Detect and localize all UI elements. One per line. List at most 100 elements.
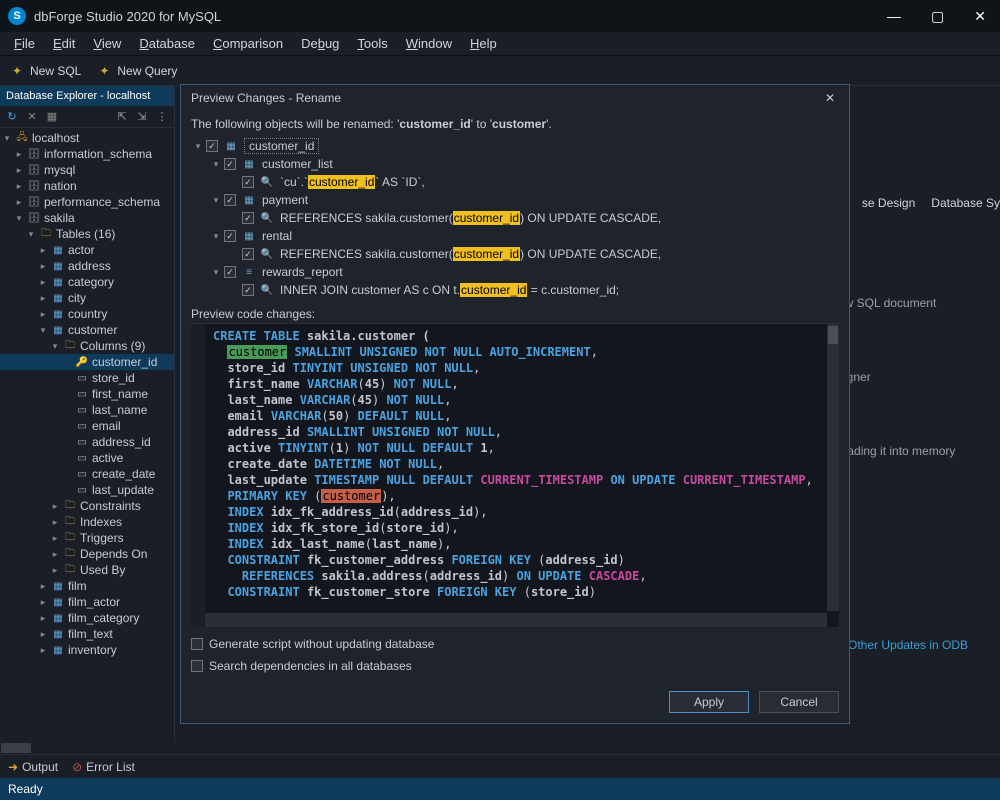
expand-icon[interactable]: ▸ — [14, 181, 24, 192]
ref-item[interactable]: ▾✓▦customer_id — [191, 137, 839, 155]
tree-item[interactable]: ▸▦film — [0, 578, 174, 594]
close-button[interactable]: ✕ — [968, 6, 992, 27]
tree-item[interactable]: ▸▦actor — [0, 242, 174, 258]
expand-icon[interactable]: ▸ — [38, 581, 48, 592]
apply-button[interactable]: Apply — [669, 691, 749, 713]
tree-item[interactable]: ▸🗄information_schema — [0, 146, 174, 162]
filter-icon[interactable]: ▦ — [44, 109, 60, 125]
expand-icon[interactable]: ▸ — [38, 309, 48, 320]
tree-item[interactable]: ▭last_name — [0, 402, 174, 418]
ref-item[interactable]: ▾✓▦customer_list — [191, 155, 839, 173]
tree-item[interactable]: ▭first_name — [0, 386, 174, 402]
opt-search-deps[interactable]: Search dependencies in all databases — [191, 655, 839, 677]
pin-icon[interactable]: ⇲ — [134, 109, 150, 125]
expand-icon[interactable]: ▸ — [50, 549, 60, 560]
tree-item[interactable]: ▾▦customer — [0, 322, 174, 338]
tree-item[interactable]: ▸▦category — [0, 274, 174, 290]
checkbox-icon[interactable]: ✓ — [224, 194, 236, 206]
tree-item[interactable]: ▭last_update — [0, 482, 174, 498]
checkbox-icon[interactable]: ✓ — [242, 284, 254, 296]
expand-icon[interactable]: ▸ — [38, 293, 48, 304]
ref-item[interactable]: ▾✓▦rental — [191, 227, 839, 245]
expand-icon[interactable]: ▾ — [38, 325, 48, 336]
chevron-icon[interactable]: ▾ — [211, 231, 221, 242]
tree-item[interactable]: ▸▦film_category — [0, 610, 174, 626]
tree-item[interactable]: ▸🗀Indexes — [0, 514, 174, 530]
expand-icon[interactable]: ▸ — [50, 565, 60, 576]
tab-sync[interactable]: Database Sy — [931, 196, 1000, 210]
expand-icon[interactable]: ▸ — [38, 261, 48, 272]
tree-item[interactable]: ▸▦film_text — [0, 626, 174, 642]
tree-item[interactable]: ▾🗄sakila — [0, 210, 174, 226]
tab-design[interactable]: se Design — [862, 196, 915, 210]
delete-icon[interactable]: ✕ — [24, 109, 40, 125]
new-query-button[interactable]: ✦ New Query — [93, 62, 183, 80]
checkbox-icon[interactable]: ✓ — [224, 266, 236, 278]
refresh-icon[interactable]: ↻ — [4, 109, 20, 125]
expand-icon[interactable]: ▸ — [38, 629, 48, 640]
expand-icon[interactable]: ▸ — [38, 597, 48, 608]
tree-item[interactable]: ▭store_id — [0, 370, 174, 386]
checkbox-icon[interactable]: ✓ — [224, 158, 236, 170]
chevron-icon[interactable]: ▾ — [211, 195, 221, 206]
checkbox-icon[interactable]: ✓ — [206, 140, 218, 152]
checkbox-icon[interactable]: ✓ — [242, 248, 254, 260]
tree-item[interactable]: ▸🗀Depends On — [0, 546, 174, 562]
expand-icon[interactable]: ▾ — [26, 229, 36, 240]
chevron-icon[interactable]: ▾ — [211, 267, 221, 278]
expand-icon[interactable]: ▸ — [50, 501, 60, 512]
menu-view[interactable]: View — [87, 34, 127, 53]
tree-item[interactable]: ▸▦film_actor — [0, 594, 174, 610]
chevron-icon[interactable]: ▾ — [193, 141, 203, 152]
menu-window[interactable]: Window — [400, 34, 458, 53]
menu-tools[interactable]: Tools — [351, 34, 393, 53]
tree-item[interactable]: ▸▦city — [0, 290, 174, 306]
collapse-icon[interactable]: ⇱ — [114, 109, 130, 125]
tree-item[interactable]: 🔑customer_id — [0, 354, 174, 370]
expand-icon[interactable]: ▸ — [14, 197, 24, 208]
expand-icon[interactable]: ▸ — [38, 645, 48, 656]
menu-debug[interactable]: Debug — [295, 34, 345, 53]
expand-icon[interactable]: ▸ — [38, 277, 48, 288]
explorer-hscroll[interactable] — [0, 742, 1000, 754]
tree-item[interactable]: ▭email — [0, 418, 174, 434]
menu-help[interactable]: Help — [464, 34, 503, 53]
menu-edit[interactable]: Edit — [47, 34, 81, 53]
tree-item[interactable]: ▸🗀Triggers — [0, 530, 174, 546]
menu-database[interactable]: Database — [133, 34, 201, 53]
dialog-close-button[interactable]: ✕ — [821, 91, 839, 105]
ref-item[interactable]: ▾✓≡rewards_report — [191, 263, 839, 281]
expand-icon[interactable]: ▸ — [50, 517, 60, 528]
tree-item[interactable]: ▾🖧localhost — [0, 130, 174, 146]
output-tab[interactable]: ➜Output — [8, 760, 58, 774]
minimize-button[interactable]: — — [881, 6, 907, 27]
expand-icon[interactable]: ▸ — [38, 245, 48, 256]
tree-item[interactable]: ▭active — [0, 450, 174, 466]
chevron-icon[interactable]: ▾ — [211, 159, 221, 170]
new-sql-button[interactable]: ✦ New SQL — [6, 62, 87, 80]
ref-item[interactable]: ✓🔍REFERENCES sakila.customer(customer_id… — [191, 245, 839, 263]
checkbox-icon[interactable]: ✓ — [224, 230, 236, 242]
options-icon[interactable]: ⋮ — [154, 109, 170, 125]
explorer-tree[interactable]: ▾🖧localhost▸🗄information_schema▸🗄mysql▸🗄… — [0, 128, 174, 742]
tree-item[interactable]: ▸🗀Used By — [0, 562, 174, 578]
tree-item[interactable]: ▸🗄mysql — [0, 162, 174, 178]
tree-item[interactable]: ▸🗀Constraints — [0, 498, 174, 514]
expand-icon[interactable]: ▸ — [14, 149, 24, 160]
cancel-button[interactable]: Cancel — [759, 691, 839, 713]
code-vscroll[interactable] — [827, 324, 839, 611]
blue-link[interactable]: d Other Updates in ODB — [838, 638, 992, 652]
expand-icon[interactable]: ▸ — [50, 533, 60, 544]
error-list-tab[interactable]: ⊘Error List — [72, 760, 135, 774]
expand-icon[interactable]: ▾ — [2, 133, 12, 144]
tree-item[interactable]: ▸🗄nation — [0, 178, 174, 194]
tree-item[interactable]: ▾🗀Columns (9) — [0, 338, 174, 354]
ref-item[interactable]: ✓🔍`cu`.`customer_id` AS `ID`, — [191, 173, 839, 191]
expand-icon[interactable]: ▸ — [14, 165, 24, 176]
code-hscroll[interactable] — [205, 613, 827, 627]
checkbox-icon[interactable]: ✓ — [242, 212, 254, 224]
checkbox-icon[interactable]: ✓ — [242, 176, 254, 188]
tree-item[interactable]: ▾🗀Tables (16) — [0, 226, 174, 242]
tree-item[interactable]: ▸🗄performance_schema — [0, 194, 174, 210]
tree-item[interactable]: ▭create_date — [0, 466, 174, 482]
